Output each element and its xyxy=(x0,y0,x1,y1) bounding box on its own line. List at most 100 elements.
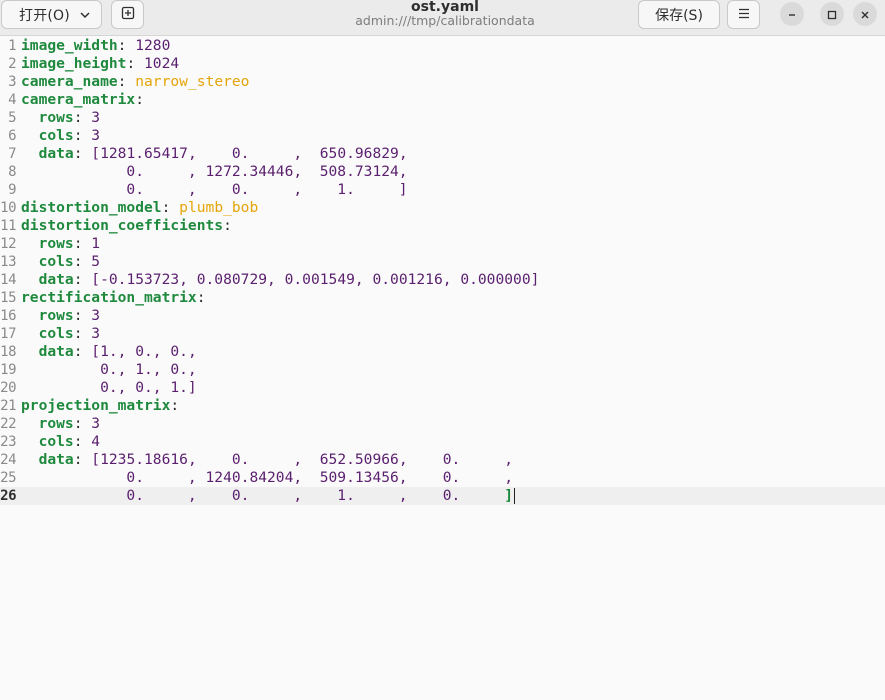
matched-bracket: ] xyxy=(504,487,514,504)
text-editor[interactable]: 1 2 3 4 5 6 7 8 9 10 11 12 13 14 15 16 17 18 19 20 21 22 23 24 2… xyxy=(0,37,885,700)
code-line: 0. , 0. , 1. , 0. ] xyxy=(21,487,539,505)
yaml-key: distortion_coefficients xyxy=(21,217,224,234)
line-number: 6 xyxy=(8,128,16,144)
colon: : xyxy=(73,415,83,432)
line-number: 7 xyxy=(8,146,16,162)
hamburger-menu-icon xyxy=(738,7,750,23)
yaml-key: rows xyxy=(21,415,74,432)
code-line: 0., 1., 0., xyxy=(21,361,539,379)
line-number: 8 xyxy=(8,164,16,180)
colon: : xyxy=(223,217,232,234)
yaml-value: narrow_stereo xyxy=(126,73,250,90)
yaml-value: [1., 0., 0., xyxy=(82,343,197,360)
yaml-value: 3 xyxy=(82,325,101,342)
code-line: data: [1235.18616, 0. , 652.50966, 0. , xyxy=(21,451,539,469)
colon: : xyxy=(73,451,83,468)
yaml-key: data xyxy=(21,451,74,468)
colon: : xyxy=(73,109,83,126)
yaml-key: camera_matrix xyxy=(21,91,136,108)
code-line: distortion_coefficients: xyxy=(21,217,539,235)
yaml-value: 1 xyxy=(82,235,101,252)
code-line: 0. , 1240.84204, 509.13456, 0. , xyxy=(21,469,539,487)
yaml-key: rows xyxy=(21,109,74,126)
minimize-icon xyxy=(787,5,797,24)
colon: : xyxy=(73,145,83,162)
colon: : xyxy=(126,55,136,72)
window-title: ost.yaml xyxy=(411,0,479,15)
open-button-label: 打开(O) xyxy=(19,7,70,24)
yaml-key: rows xyxy=(21,235,74,252)
line-number: 11 xyxy=(0,218,16,234)
yaml-key: cols xyxy=(21,127,74,144)
code-line: cols: 4 xyxy=(21,433,539,451)
code-line: rows: 3 xyxy=(21,415,539,433)
line-number: 14 xyxy=(0,272,16,288)
new-tab-button[interactable] xyxy=(111,0,144,29)
close-button[interactable] xyxy=(853,2,877,26)
line-number: 24 xyxy=(0,452,16,468)
code-line: projection_matrix: xyxy=(21,397,539,415)
line-number: 26 xyxy=(0,488,16,504)
yaml-key: rows xyxy=(21,307,74,324)
code-line: camera_name: narrow_stereo xyxy=(21,73,539,91)
yaml-value: 3 xyxy=(82,127,101,144)
yaml-value: plumb_bob xyxy=(170,199,259,216)
save-button[interactable]: 保存(S) xyxy=(638,0,720,29)
line-number: 10 xyxy=(0,200,16,216)
colon: : xyxy=(73,253,83,270)
code-line: image_height: 1024 xyxy=(21,55,539,73)
yaml-value: [1281.65417, 0. , 650.96829, xyxy=(82,145,408,162)
colon: : xyxy=(73,271,83,288)
window-subtitle-path: admin:///tmp/calibrationdata xyxy=(355,13,535,28)
line-number: 25 xyxy=(0,470,16,486)
yaml-key: projection_matrix xyxy=(21,397,171,414)
maximize-button[interactable] xyxy=(820,2,844,26)
line-number: 5 xyxy=(8,110,16,126)
code-line: camera_matrix: xyxy=(21,91,539,109)
line-number: 9 xyxy=(8,182,16,198)
code-line: data: [1281.65417, 0. , 650.96829, xyxy=(21,145,539,163)
open-button[interactable]: 打开(O) xyxy=(1,0,102,29)
colon: : xyxy=(170,397,180,414)
maximize-icon xyxy=(827,5,837,24)
code-line: 0. , 0. , 1. ] xyxy=(21,181,539,199)
header-bar: 打开(O) ost.yaml admin:///tmp/calibrationd… xyxy=(0,0,885,36)
yaml-key: cols xyxy=(21,253,74,270)
yaml-key: data xyxy=(21,271,74,288)
code-line: rows: 3 xyxy=(21,307,539,325)
line-number-gutter: 1 2 3 4 5 6 7 8 9 10 11 12 13 14 15 16 17 18 19 20 21 22 23 24 2… xyxy=(0,37,17,505)
code-line: cols: 5 xyxy=(21,253,539,271)
code-line: rectification_matrix: xyxy=(21,289,539,307)
yaml-value: [1235.18616, 0. , 652.50966, 0. , xyxy=(82,451,514,468)
colon: : xyxy=(73,433,83,450)
code-line: 0. , 1272.34446, 508.73124, xyxy=(21,163,539,181)
line-number: 12 xyxy=(0,236,16,252)
yaml-value: 0. , 0. , 1. , 0. xyxy=(21,487,505,504)
code-area[interactable]: image_width: 1280 image_height: 1024 camer… xyxy=(21,37,539,505)
colon: : xyxy=(73,307,83,324)
code-line: cols: 3 xyxy=(21,127,539,145)
new-document-icon xyxy=(121,6,135,24)
yaml-value: 0., 0., 1.] xyxy=(21,379,197,396)
code-line: 0., 0., 1.] xyxy=(21,379,539,397)
yaml-key: rectification_matrix xyxy=(21,289,197,306)
line-number: 23 xyxy=(0,434,16,450)
code-line: cols: 3 xyxy=(21,325,539,343)
yaml-key: distortion_model xyxy=(21,199,162,216)
yaml-key: image_width xyxy=(21,37,118,54)
yaml-key: image_height xyxy=(21,55,127,72)
colon: : xyxy=(135,91,145,108)
yaml-value: 4 xyxy=(82,433,101,450)
yaml-value: 0. , 1272.34446, 508.73124, xyxy=(21,163,408,180)
line-number: 17 xyxy=(0,326,16,342)
minimize-button[interactable] xyxy=(780,2,804,26)
line-number: 20 xyxy=(0,380,16,396)
colon: : xyxy=(73,325,83,342)
line-number: 4 xyxy=(8,92,16,108)
code-line: rows: 3 xyxy=(21,109,539,127)
yaml-value: [-0.153723, 0.080729, 0.001549, 0.001216… xyxy=(82,271,540,288)
line-number: 18 xyxy=(0,344,16,360)
save-button-label: 保存(S) xyxy=(655,7,703,24)
colon: : xyxy=(73,235,83,252)
menu-button[interactable] xyxy=(727,0,760,29)
